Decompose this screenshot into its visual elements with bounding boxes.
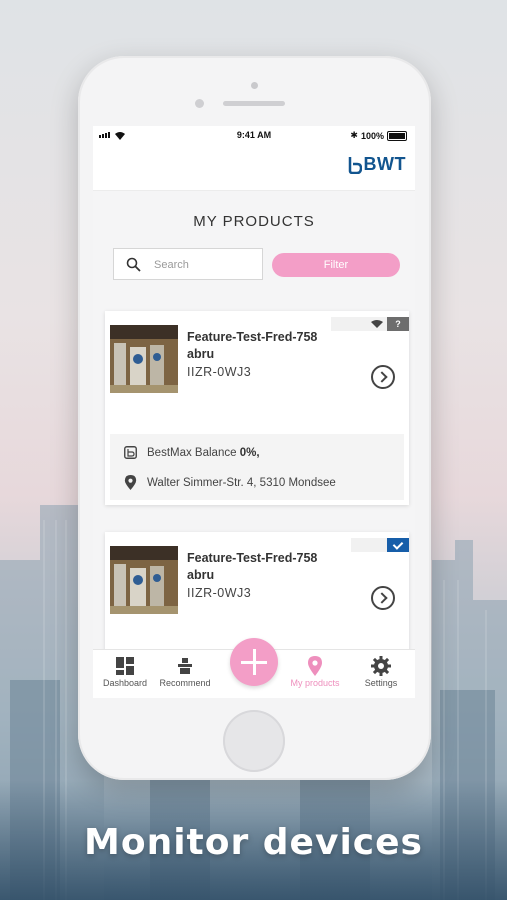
dashboard-icon xyxy=(116,657,134,675)
gear-icon xyxy=(371,656,391,676)
device-model: BestMax Balance xyxy=(147,446,237,459)
location-pin-icon xyxy=(308,656,322,676)
address-row: Walter Simmer-Str. 4, 5310 Mondsee xyxy=(124,475,336,490)
tab-recommend[interactable]: Recommend xyxy=(153,650,217,698)
battery-percentage: 100% xyxy=(360,130,384,141)
product-name: Feature-Test-Fred-758 abru xyxy=(187,551,318,582)
recommend-icon xyxy=(178,658,192,674)
tab-label: Recommend xyxy=(159,678,211,688)
tab-dashboard[interactable]: Dashboard xyxy=(93,650,157,698)
add-device-button[interactable] xyxy=(230,638,278,686)
phone-speaker xyxy=(223,101,285,106)
tab-label: My products xyxy=(290,678,340,688)
tab-settings[interactable]: Settings xyxy=(349,650,413,698)
product-image xyxy=(110,546,178,614)
page-title: MY PRODUCTS xyxy=(193,213,315,230)
products-content: MY PRODUCTS Filter ? xyxy=(93,191,415,672)
chevron-right-icon[interactable] xyxy=(371,586,395,610)
device-model-row: BestMax Balance 0%, xyxy=(124,446,260,459)
wifi-icon xyxy=(367,317,387,331)
product-image xyxy=(110,325,178,393)
card-badges xyxy=(351,538,409,552)
search-input[interactable] xyxy=(154,256,258,274)
search-icon xyxy=(126,257,141,272)
status-right: ✱ 100% xyxy=(350,130,407,141)
brand-logo: BWT xyxy=(348,154,406,175)
home-button[interactable] xyxy=(223,710,285,772)
tab-my-products[interactable]: My products xyxy=(283,650,347,698)
search-box[interactable] xyxy=(113,248,263,280)
status-bar: 9:41 AM ✱ 100% xyxy=(93,126,415,144)
product-name: Feature-Test-Fred-758 abru xyxy=(187,330,318,361)
phone-sensor xyxy=(251,82,258,89)
app-header: BWT xyxy=(93,144,415,191)
battery-icon xyxy=(387,130,407,141)
device-level: 0%, xyxy=(239,446,260,459)
bluetooth-icon: ✱ xyxy=(350,130,358,140)
product-info-panel: BestMax Balance 0%, Walter Simmer-Str. 4… xyxy=(110,434,404,500)
phone-camera xyxy=(195,99,204,108)
promo-caption: Monitor devices xyxy=(84,822,423,863)
bwt-logo-mark-icon xyxy=(348,156,362,174)
filter-button[interactable]: Filter xyxy=(272,253,400,277)
bottom-tab-bar: Dashboard Recommend My products Settings xyxy=(93,638,415,698)
product-card[interactable]: ? Feature-Test-Fred-758 abru IIZR-0WJ3 B… xyxy=(105,311,409,505)
app-screen: 9:41 AM ✱ 100% BWT MY PRODUCTS Search Fi… xyxy=(93,126,415,698)
device-icon xyxy=(124,446,137,459)
product-serial: IIZR-0WJ3 xyxy=(187,365,252,379)
location-pin-icon xyxy=(124,475,137,490)
product-serial: IIZR-0WJ3 xyxy=(187,586,252,600)
brand-logo-text: BWT xyxy=(363,154,406,174)
device-address: Walter Simmer-Str. 4, 5310 Mondsee xyxy=(147,476,336,489)
chevron-right-icon[interactable] xyxy=(371,365,395,389)
badge-blank xyxy=(351,538,387,552)
tab-label: Settings xyxy=(364,678,398,688)
check-icon xyxy=(387,538,409,552)
phone-mockup: 9:41 AM ✱ 100% BWT MY PRODUCTS Search Fi… xyxy=(78,56,431,780)
status-unknown-badge: ? xyxy=(387,317,409,331)
tab-label: Dashboard xyxy=(102,678,148,688)
